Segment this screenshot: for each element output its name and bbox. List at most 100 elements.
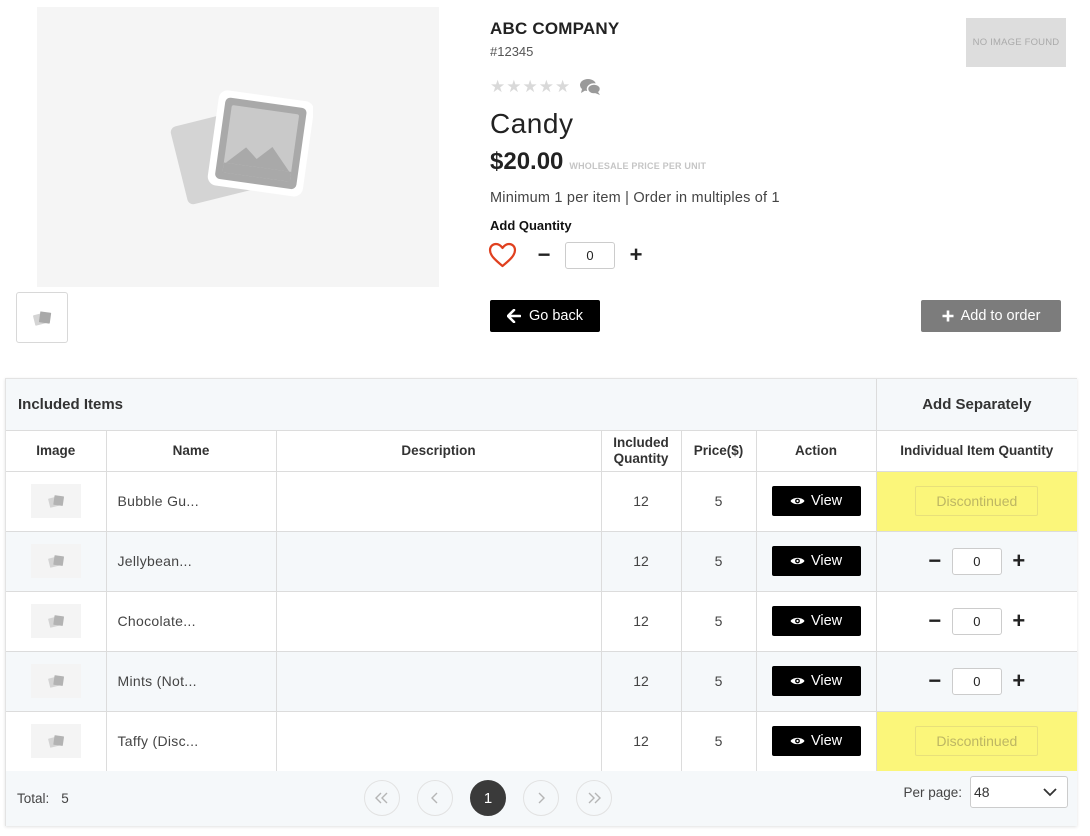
item-name: Mints (Not...: [105, 650, 277, 712]
individual-qty-cell: Discontinued: [875, 470, 1078, 532]
increment-button[interactable]: +: [1002, 667, 1036, 695]
total-label: Total:: [17, 791, 50, 806]
previous-page-button[interactable]: [417, 780, 453, 816]
decrement-button[interactable]: −: [918, 667, 952, 695]
item-description: [275, 590, 602, 652]
item-thumbnail[interactable]: [30, 724, 81, 758]
image-placeholder-icon: [47, 735, 64, 748]
go-back-button[interactable]: Go back: [490, 300, 600, 332]
view-button[interactable]: View: [771, 546, 861, 576]
image-placeholder-icon: [47, 615, 64, 628]
star-icon[interactable]: ★: [490, 78, 505, 96]
star-icon[interactable]: ★: [506, 78, 521, 96]
table-row: Bubble Gu... 12 5 View Discontinued: [6, 470, 1078, 532]
image-placeholder-icon: [47, 495, 64, 508]
included-items-table: Included Items Add Separately Image Name…: [5, 378, 1078, 826]
company-logo-placeholder: NO IMAGE FOUND: [966, 18, 1066, 67]
row-image-cell: [6, 470, 107, 532]
view-button[interactable]: View: [771, 486, 861, 516]
increment-button[interactable]: +: [623, 241, 649, 269]
decrement-button[interactable]: −: [918, 547, 952, 575]
item-action-cell: View: [755, 650, 877, 712]
item-thumbnail[interactable]: [30, 544, 81, 578]
decrement-button[interactable]: −: [531, 241, 557, 269]
individual-qty-cell: −+: [875, 530, 1078, 592]
item-name: Jellybean...: [105, 530, 277, 592]
view-button[interactable]: View: [771, 606, 861, 636]
item-description: [275, 650, 602, 712]
item-included-quantity: 12: [600, 590, 682, 652]
item-price: 5: [680, 650, 757, 712]
total-value: 5: [61, 791, 69, 806]
decrement-button[interactable]: −: [918, 607, 952, 635]
pagination: 1: [364, 780, 612, 816]
eye-icon: [790, 497, 805, 505]
star-icon[interactable]: ★: [539, 78, 554, 96]
row-quantity-input[interactable]: [951, 547, 1002, 575]
item-name: Chocolate...: [105, 590, 277, 652]
item-price: 5: [680, 590, 757, 652]
included-items-heading: Included Items: [6, 379, 877, 431]
page-1-button[interactable]: 1: [470, 780, 506, 816]
item-action-cell: View: [755, 530, 877, 592]
last-page-button[interactable]: [576, 780, 612, 816]
add-to-order-button[interactable]: Add to order: [921, 300, 1061, 332]
increment-button[interactable]: +: [1002, 547, 1036, 575]
add-quantity-label: Add Quantity: [490, 218, 572, 233]
row-quantity-input[interactable]: [951, 667, 1002, 695]
quantity-input[interactable]: [565, 241, 615, 269]
item-name: Taffy (Disc...: [105, 710, 277, 772]
column-header-price: Price($): [680, 429, 757, 472]
plus-icon: [942, 310, 954, 322]
item-price: 5: [680, 470, 757, 532]
table-footer: Total: 5 1 Per page: 48: [6, 771, 1077, 826]
individual-qty-cell: Discontinued: [875, 710, 1078, 772]
item-description: [275, 530, 602, 592]
row-quantity-input[interactable]: [951, 607, 1002, 635]
view-button[interactable]: View: [771, 726, 861, 756]
chevron-right-icon: [538, 792, 545, 804]
star-rating[interactable]: ★ ★ ★ ★ ★: [490, 78, 602, 96]
item-included-quantity: 12: [600, 650, 682, 712]
table-row: Jellybean... 12 5 View −+: [6, 530, 1078, 592]
go-back-label: Go back: [529, 308, 583, 324]
chevron-left-icon: [431, 792, 438, 804]
table-row: Mints (Not... 12 5 View − +: [6, 650, 1078, 712]
product-sku: #12345: [490, 44, 534, 59]
view-button[interactable]: View: [771, 666, 861, 696]
item-action-cell: View: [755, 710, 877, 772]
image-placeholder-icon: [47, 675, 64, 688]
image-placeholder-icon: [33, 310, 52, 326]
item-included-quantity: 12: [600, 530, 682, 592]
next-page-button[interactable]: [523, 780, 559, 816]
product-main-image: [37, 7, 439, 287]
row-image-cell: [6, 710, 107, 772]
company-name: ABC COMPANY: [490, 19, 620, 38]
eye-icon: [790, 557, 805, 565]
product-thumbnail[interactable]: [16, 292, 68, 343]
column-header-name: Name: [105, 429, 277, 472]
item-description: [275, 710, 602, 772]
double-chevron-right-icon: [588, 792, 601, 804]
star-icon[interactable]: ★: [555, 78, 570, 96]
per-page-select[interactable]: 48: [970, 776, 1068, 808]
increment-button[interactable]: +: [1002, 607, 1036, 635]
column-header-image: Image: [6, 429, 107, 472]
item-price: 5: [680, 530, 757, 592]
view-label: View: [810, 733, 843, 749]
comments-icon[interactable]: [579, 78, 602, 96]
item-thumbnail[interactable]: [30, 604, 81, 638]
item-description: [275, 470, 602, 532]
column-header-description: Description: [275, 429, 602, 472]
heart-icon[interactable]: [488, 241, 517, 269]
first-page-button[interactable]: [364, 780, 400, 816]
eye-icon: [790, 737, 805, 745]
individual-qty-cell: −+: [875, 590, 1078, 652]
item-thumbnail[interactable]: [30, 484, 81, 518]
eye-icon: [790, 617, 805, 625]
image-placeholder-icon: [170, 90, 313, 205]
quantity-stepper: − +: [488, 241, 649, 269]
star-icon[interactable]: ★: [523, 78, 538, 96]
item-thumbnail[interactable]: [30, 664, 81, 698]
row-image-cell: [6, 590, 107, 652]
